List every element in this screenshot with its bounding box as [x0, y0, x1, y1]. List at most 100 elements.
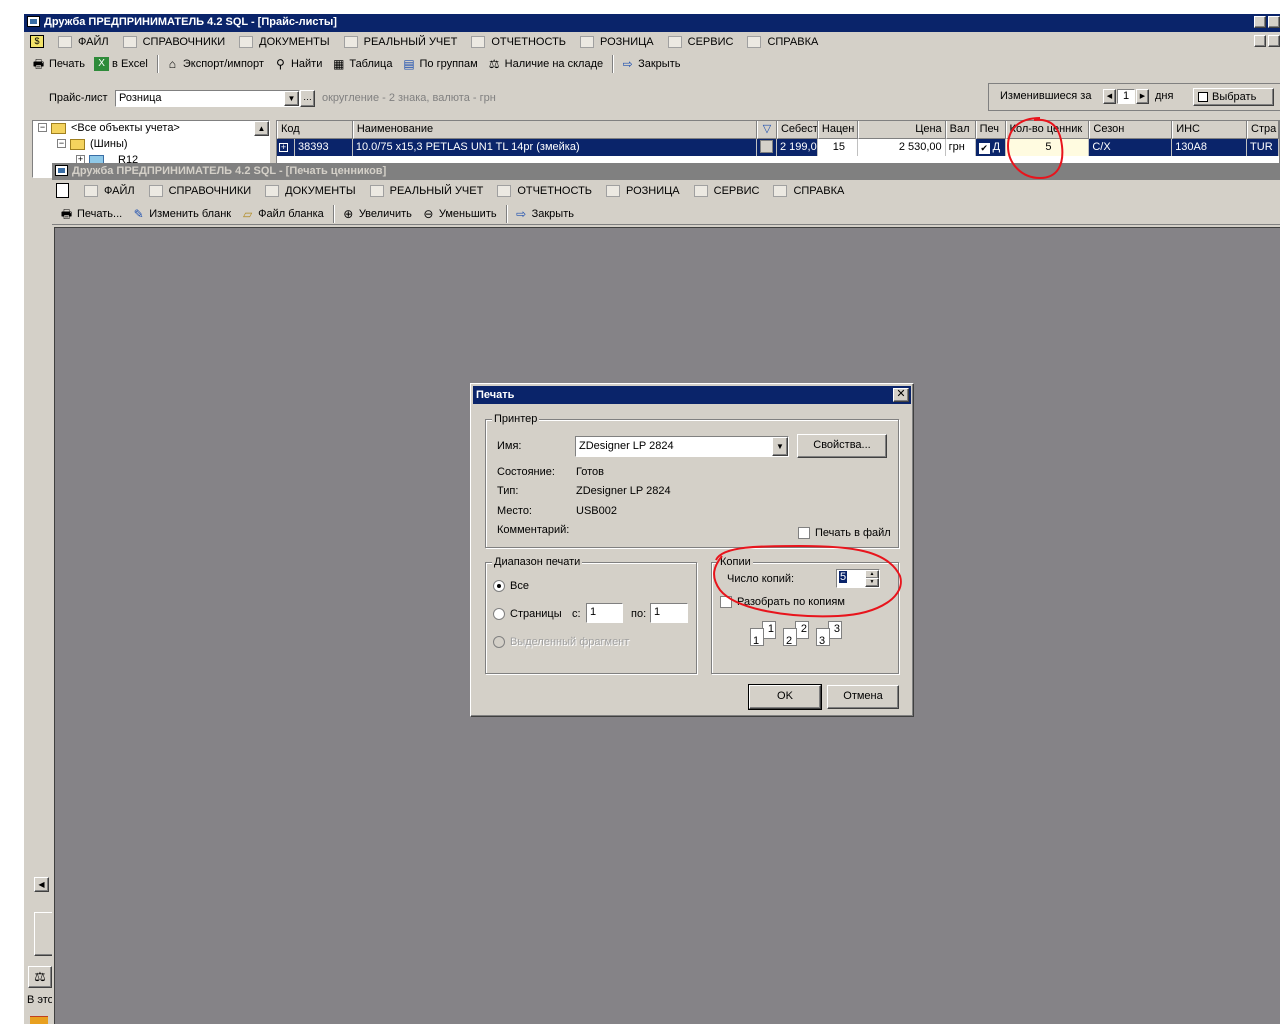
sort-filter-icon[interactable]: ▽ — [757, 121, 777, 139]
zoom-in-button[interactable]: ⊕ Увеличить — [338, 204, 418, 224]
page-to-input[interactable]: 1 — [650, 603, 688, 623]
menu-real-accounting[interactable]: РЕАЛЬНЫЙ УЧЕТ — [338, 33, 466, 51]
mdi-minimize-button[interactable] — [1254, 35, 1266, 47]
menu-service[interactable]: СЕРВИС — [688, 182, 768, 200]
close-button[interactable]: ⇨ Закрыть — [617, 54, 686, 74]
properties-button[interactable]: Свойства... — [797, 434, 887, 458]
main-titlebar: Дружба ПРЕДПРИНИМАТЕЛЬ 4.2 SQL - [Прайс-… — [24, 14, 1280, 32]
app-icon — [27, 16, 40, 27]
export-import-button[interactable]: ⌂ Экспорт/импорт — [162, 54, 270, 74]
close-button[interactable]: ⇨ Закрыть — [511, 204, 580, 224]
menu-file[interactable]: ФАЙЛ — [52, 33, 117, 51]
menu-reports[interactable]: ОТЧЕТНОСТЬ — [465, 33, 574, 51]
chevron-down-icon[interactable]: ▼ — [284, 91, 299, 106]
col-price[interactable]: Цена — [857, 121, 946, 139]
find-button[interactable]: ⚲ Найти — [270, 54, 328, 74]
menu-file[interactable]: ФАЙЛ — [78, 182, 143, 200]
col-ins[interactable]: ИНС — [1172, 121, 1248, 139]
minimize-button[interactable] — [1254, 16, 1266, 28]
ellipsis-button[interactable]: … — [300, 90, 315, 107]
tree-child-item[interactable]: (Шины) — [90, 138, 128, 150]
days-decrement-button[interactable]: ◀ — [1103, 89, 1116, 104]
table-row[interactable]: + 38393 10.0/75 x15,3 PETLAS UN1 TL 14pr… — [277, 139, 1279, 156]
range-all-radio[interactable] — [493, 580, 505, 592]
col-markup[interactable]: Нацен — [817, 121, 858, 139]
chevron-down-icon[interactable]: ▼ — [772, 437, 788, 456]
form-file-button[interactable]: ▱ Файл бланка — [237, 204, 330, 224]
menu-documents[interactable]: ДОКУМЕНТЫ — [259, 182, 363, 200]
col-name[interactable]: Наименование — [352, 121, 757, 139]
days-increment-button[interactable]: ▶ — [1136, 89, 1149, 104]
menu-help[interactable]: СПРАВКА — [767, 182, 852, 200]
tree-scroll-up-button[interactable]: ▲ — [254, 121, 269, 136]
zoom-out-button[interactable]: ⊖ Уменьшить — [418, 204, 503, 224]
col-print[interactable]: Печ — [975, 121, 1006, 139]
col-country[interactable]: Стра — [1247, 121, 1279, 139]
side-panel-button[interactable] — [34, 912, 54, 956]
table-button[interactable]: ▦ Таблица — [328, 54, 398, 74]
print-to-file-checkbox[interactable] — [798, 527, 810, 539]
range-all-label[interactable]: Все — [510, 580, 529, 592]
menu-references[interactable]: СПРАВОЧНИКИ — [143, 182, 260, 200]
app-status-icon — [30, 1016, 48, 1024]
cell-label-qty[interactable]: 5 — [1005, 139, 1090, 156]
choose-button[interactable]: Выбрать — [1193, 88, 1274, 106]
tree-root-item[interactable]: <Все объекты учета> — [71, 122, 180, 134]
row-expand-cell[interactable]: + — [277, 139, 295, 156]
tree-toggle-icon[interactable]: − — [57, 139, 66, 148]
scroll-left-button[interactable]: ◀ — [34, 877, 49, 892]
col-label-qty[interactable]: Кол-во ценник — [1005, 121, 1090, 139]
print-to-file-label[interactable]: Печать в файл — [815, 527, 891, 539]
plus-icon[interactable]: + — [279, 143, 288, 152]
col-code[interactable]: Код — [277, 121, 353, 139]
scales-button[interactable]: ⚖ — [28, 966, 52, 988]
mdi-restore-button[interactable] — [1268, 35, 1280, 47]
comment-label: Комментарий: — [497, 524, 570, 536]
print-dialog-button[interactable]: 🖶 Печать... — [56, 204, 128, 224]
house-icon — [122, 36, 137, 48]
menu-real-accounting[interactable]: РЕАЛЬНЫЙ УЧЕТ — [364, 182, 492, 200]
range-selection-radio[interactable] — [493, 636, 505, 648]
print-button[interactable]: 🖶 Печать — [28, 54, 91, 74]
exit-icon: ⇨ — [622, 57, 633, 71]
stock-button[interactable]: ⚖ Наличие на складе — [484, 54, 609, 74]
by-groups-button[interactable]: ▤ По группам — [398, 54, 483, 74]
spin-down-button[interactable]: ▼ — [865, 578, 879, 587]
page-from-input[interactable]: 1 — [586, 603, 623, 623]
checkbox-checked-icon[interactable]: ✔ — [978, 143, 990, 154]
menu-service[interactable]: СЕРВИС — [662, 33, 742, 51]
cancel-button[interactable]: Отмена — [827, 685, 899, 709]
menu-references[interactable]: СПРАВОЧНИКИ — [117, 33, 234, 51]
cell-print[interactable]: ✔ Д — [975, 139, 1006, 156]
menu-retail[interactable]: РОЗНИЦА — [574, 33, 662, 51]
edit-form-button[interactable]: ✎ Изменить бланк — [128, 204, 237, 224]
menu-documents[interactable]: ДОКУМЕНТЫ — [233, 33, 337, 51]
menu-retail[interactable]: РОЗНИЦА — [600, 182, 688, 200]
col-season[interactable]: Сезон — [1089, 121, 1173, 139]
tree-toggle-icon[interactable]: − — [38, 123, 47, 132]
ok-button[interactable]: OK — [748, 684, 822, 710]
copies-input[interactable]: 5 ▲ ▼ — [836, 569, 880, 588]
print-window-titlebar: Дружба ПРЕДПРИНИМАТЕЛЬ 4.2 SQL - [Печать… — [52, 163, 1280, 180]
pricelist-label: Прайс-лист — [49, 92, 108, 104]
excel-button[interactable]: Xв Excel — [91, 54, 154, 74]
printer-group-title: Принтер — [492, 412, 540, 426]
col-currency[interactable]: Вал — [945, 121, 976, 139]
restore-button[interactable] — [1268, 16, 1280, 28]
menu-help[interactable]: СПРАВКА — [741, 33, 826, 51]
lookup-icon[interactable] — [757, 139, 777, 156]
col-cost[interactable]: Себест — [776, 121, 818, 139]
close-icon[interactable]: ✕ — [893, 388, 909, 402]
print-dialog: Печать ✕ Принтер Имя: ZDesigner LP 2824 … — [470, 383, 914, 717]
report-icon — [471, 36, 486, 48]
printer-select[interactable]: ZDesigner LP 2824 ▼ — [575, 436, 789, 457]
pricelist-select[interactable]: Розница ▼ — [115, 90, 300, 107]
collate-checkbox[interactable] — [720, 596, 732, 608]
collate-label[interactable]: Разобрать по копиям — [737, 596, 845, 608]
menu-reports[interactable]: ОТЧЕТНОСТЬ — [491, 182, 600, 200]
range-pages-radio[interactable] — [493, 608, 505, 620]
name-label: Имя: — [497, 440, 522, 452]
days-input[interactable]: 1 — [1117, 89, 1135, 104]
ledger-icon — [343, 36, 358, 48]
range-pages-label[interactable]: Страницы — [510, 608, 562, 620]
